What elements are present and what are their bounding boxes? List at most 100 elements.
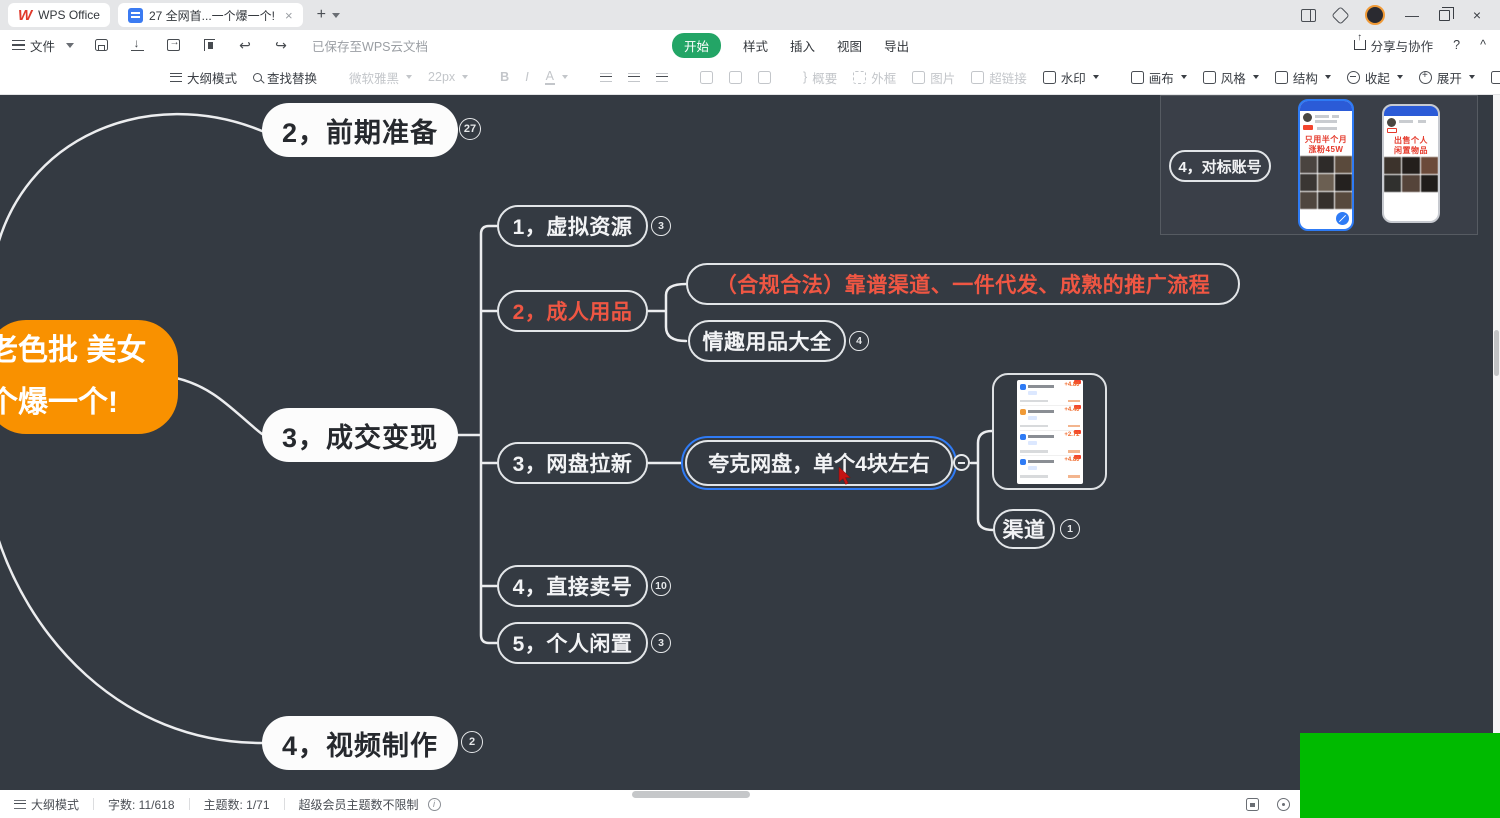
picture-button[interactable]: 图片 bbox=[912, 68, 955, 87]
vertical-scrollbar-thumb[interactable] bbox=[1494, 330, 1499, 376]
fit-view-icon[interactable] bbox=[1246, 798, 1259, 811]
horizontal-scrollbar-thumb[interactable] bbox=[632, 791, 750, 798]
undo-button[interactable]: ↩ bbox=[236, 37, 254, 54]
node-deal[interactable]: 3，成交变现 bbox=[262, 408, 458, 462]
font-size-select[interactable]: 22px bbox=[428, 70, 468, 84]
apps-cube-icon[interactable] bbox=[1331, 6, 1349, 24]
bold-button[interactable]: B bbox=[500, 70, 509, 84]
align-right-button[interactable] bbox=[656, 73, 668, 82]
phone2-profile bbox=[1384, 116, 1438, 136]
collapse-button[interactable]: 收起 bbox=[1347, 68, 1403, 87]
node-personal-idle[interactable]: 5，个人闲置 bbox=[497, 622, 648, 664]
app-tab[interactable]: W WPS Office bbox=[8, 3, 110, 27]
hyperlink-button[interactable]: 超链接 bbox=[971, 68, 1027, 87]
node-prep[interactable]: 2，前期准备 bbox=[262, 103, 458, 157]
split-view-icon[interactable] bbox=[1301, 9, 1316, 22]
file-menu[interactable]: 文件 bbox=[12, 36, 74, 55]
node-channel[interactable]: 渠道 bbox=[993, 509, 1055, 549]
italic-button[interactable]: I bbox=[525, 70, 528, 84]
style-button[interactable]: 风格 bbox=[1203, 68, 1259, 87]
tab-close-icon[interactable]: × bbox=[285, 8, 293, 23]
tab-export[interactable]: 导出 bbox=[884, 36, 909, 55]
separator bbox=[284, 798, 285, 810]
document-tab[interactable]: 27 全网首...一个爆一个! × bbox=[118, 3, 303, 27]
share-collaborate-button[interactable]: 分享与协作 bbox=[1354, 36, 1434, 55]
redo-button[interactable]: ↪ bbox=[272, 37, 290, 54]
node-channel-badge[interactable]: 1 bbox=[1060, 519, 1080, 539]
share-label: 分享与协作 bbox=[1371, 36, 1434, 55]
align-center-button[interactable] bbox=[628, 73, 640, 82]
frame-button[interactable]: 外框 bbox=[853, 68, 896, 87]
summary-button[interactable]: }概要 bbox=[803, 68, 837, 87]
structure-button[interactable]: 结构 bbox=[1275, 68, 1331, 87]
node-prep-collapse-badge[interactable]: 27 bbox=[459, 118, 481, 140]
node-netdisk[interactable]: 3，网盘拉新 bbox=[497, 442, 648, 484]
connector-adult-children bbox=[648, 284, 686, 341]
statusbar: 大纲模式 字数: 11/618 主题数: 1/71 超级会员主题数不限制 i bbox=[0, 790, 1500, 818]
node-sell-account[interactable]: 4，直接卖号 bbox=[497, 565, 648, 607]
save-button[interactable] bbox=[92, 39, 110, 51]
insert-sibling-node-button[interactable] bbox=[700, 71, 713, 84]
connector-root-prep bbox=[0, 114, 262, 260]
expand-button[interactable]: 展开 bbox=[1419, 68, 1475, 87]
restore-button[interactable] bbox=[1439, 10, 1450, 21]
tab-view[interactable]: 视图 bbox=[837, 36, 862, 55]
export-doc-button[interactable] bbox=[164, 39, 182, 51]
mouse-cursor bbox=[838, 467, 852, 486]
separator bbox=[93, 798, 94, 810]
node-adult-note[interactable]: （合规合法）靠谱渠道、一件代发、成熟的推广流程 bbox=[686, 263, 1240, 305]
node-quark-selected[interactable]: 夸克网盘，单个4块左右 bbox=[681, 436, 957, 490]
app-tab-label: WPS Office bbox=[38, 8, 100, 22]
new-tab-button[interactable]: + bbox=[317, 6, 326, 24]
node-video[interactable]: 4，视频制作 bbox=[262, 716, 458, 770]
node-benchmark[interactable]: 4，对标账号 bbox=[1169, 150, 1271, 182]
node-adult-catalog[interactable]: 情趣用品大全 bbox=[688, 320, 846, 362]
node-adult-products[interactable]: 2，成人用品 bbox=[497, 290, 648, 332]
toolbar: 大纲模式 查找替换 微软雅黑 22px B I A }概要 外框 图片 超链接 … bbox=[0, 60, 1500, 95]
insert-child-node-button[interactable] bbox=[729, 71, 742, 84]
node-virtual-resource[interactable]: 1，虚拟资源 bbox=[497, 205, 648, 247]
tab-start[interactable]: 开始 bbox=[672, 33, 721, 58]
format-painter-button[interactable] bbox=[200, 39, 218, 51]
close-button[interactable]: × bbox=[1468, 7, 1486, 23]
node-sell-account-badge[interactable]: 10 bbox=[651, 576, 671, 596]
separator bbox=[189, 798, 190, 810]
node-task-screenshot[interactable]: +4.80 +4.40 +2.72 +4.80 bbox=[992, 373, 1107, 490]
phone-screenshot-2[interactable]: 出售个人 闲置物品 bbox=[1382, 104, 1440, 223]
download-button[interactable] bbox=[128, 39, 146, 51]
font-name-select[interactable]: 微软雅黑 bbox=[349, 68, 412, 87]
vip-topic-limit: 超级会员主题数不限制 i bbox=[299, 796, 441, 813]
font-color-button[interactable]: A bbox=[545, 69, 568, 85]
minimize-button[interactable]: — bbox=[1403, 7, 1421, 23]
phone1-photo-grid bbox=[1300, 156, 1352, 209]
collapse-ribbon-button[interactable]: ^ bbox=[1480, 38, 1486, 52]
find-replace-button[interactable]: 查找替换 bbox=[253, 68, 317, 87]
tab-style[interactable]: 样式 bbox=[743, 36, 768, 55]
connector-deal-children bbox=[458, 226, 497, 643]
node-virtual-resource-badge[interactable]: 3 bbox=[651, 216, 671, 236]
phone-screenshot-1[interactable]: 只用半个月 涨粉45W bbox=[1298, 99, 1354, 231]
watermark-button[interactable]: 水印 bbox=[1043, 68, 1099, 87]
search-icon bbox=[253, 73, 262, 82]
insert-parent-node-button[interactable] bbox=[758, 71, 771, 84]
vertical-scrollbar[interactable] bbox=[1493, 95, 1500, 790]
mindmap-canvas[interactable]: 老色批 美女 个爆一个! 2，前期准备 27 3，成交变现 4，视频制作 2 1… bbox=[0, 95, 1500, 790]
center-view-icon[interactable] bbox=[1277, 798, 1290, 811]
hamburger-icon bbox=[12, 44, 25, 46]
tab-insert[interactable]: 插入 bbox=[790, 36, 815, 55]
mindmap-ppt-button[interactable]: 脑图PPT bbox=[1491, 68, 1500, 87]
user-avatar[interactable] bbox=[1365, 5, 1385, 25]
outline-mode-button[interactable]: 大纲模式 bbox=[170, 68, 237, 87]
root-node[interactable]: 老色批 美女 个爆一个! bbox=[0, 320, 178, 434]
help-button[interactable]: ? bbox=[1453, 38, 1460, 52]
titlebar: W WPS Office 27 全网首...一个爆一个! × + — × bbox=[0, 0, 1500, 30]
node-video-collapse-badge[interactable]: 2 bbox=[461, 731, 483, 753]
info-icon[interactable]: i bbox=[428, 798, 441, 811]
collapse-toggle-icon[interactable] bbox=[953, 454, 970, 471]
node-personal-idle-badge[interactable]: 3 bbox=[651, 633, 671, 653]
canvas-button[interactable]: 画布 bbox=[1131, 68, 1187, 87]
statusbar-outline-mode-button[interactable]: 大纲模式 bbox=[14, 796, 79, 813]
tab-list-chevron-icon[interactable] bbox=[332, 13, 340, 18]
align-left-button[interactable] bbox=[600, 73, 612, 82]
node-adult-catalog-badge[interactable]: 4 bbox=[849, 331, 869, 351]
